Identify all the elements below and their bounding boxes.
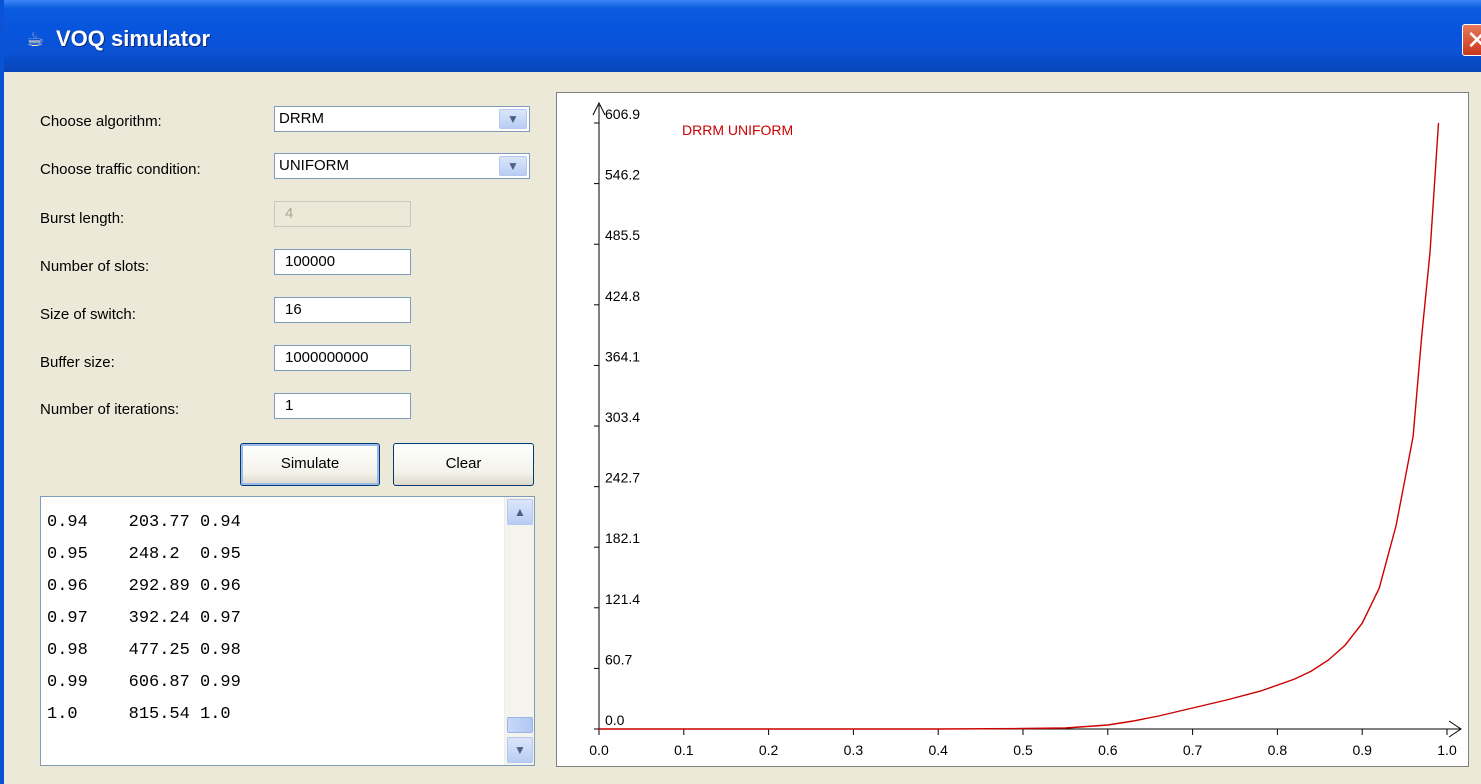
close-button[interactable]: ✕ <box>1462 24 1481 56</box>
scroll-thumb[interactable] <box>507 717 533 733</box>
chevron-down-icon[interactable]: ▼ <box>499 156 527 176</box>
switch-size-field[interactable]: 16 <box>274 297 411 323</box>
traffic-label: Choose traffic condition: <box>40 161 201 178</box>
y-tick-label: 0.0 <box>605 712 625 728</box>
results-line: 1.0 815.54 1.0 <box>47 705 231 724</box>
x-tick-label: 0.2 <box>759 742 779 758</box>
x-tick-label: 0.0 <box>589 742 609 758</box>
results-line: 0.99 606.87 0.99 <box>47 673 241 692</box>
y-tick-label: 424.8 <box>605 288 640 304</box>
chart-panel: 0.0 0.1 0.2 0.3 0.4 0.5 0.6 0.7 0.8 0.9 1.0 0.0 60.7… <box>556 92 1469 767</box>
results-textarea[interactable]: 0.94 203.77 0.94 0.95 248.2 0.95 0.96 29… <box>40 496 535 766</box>
burst-length-label: Burst length: <box>40 210 125 227</box>
x-tick-label: 0.4 <box>928 742 948 758</box>
algorithm-value: DRRM <box>279 110 324 127</box>
results-line: 0.96 292.89 0.96 <box>47 577 241 596</box>
x-tick-label: 0.8 <box>1268 742 1288 758</box>
burst-length-field: 4 <box>274 201 411 227</box>
slots-field[interactable]: 100000 <box>274 249 411 275</box>
x-tick-label: 0.9 <box>1352 742 1372 758</box>
chevron-down-icon[interactable]: ▼ <box>499 109 527 129</box>
results-line: 0.94 203.77 0.94 <box>47 513 241 532</box>
iterations-field[interactable]: 1 <box>274 393 411 419</box>
x-tick-label: 1.0 <box>1437 742 1457 758</box>
close-icon: ✕ <box>1466 25 1481 55</box>
scroll-up-icon[interactable]: ▲ <box>507 499 533 525</box>
y-tick-label: 60.7 <box>605 651 632 667</box>
traffic-value: UNIFORM <box>279 157 349 174</box>
algorithm-label: Choose algorithm: <box>40 113 162 130</box>
y-tick-label: 182.1 <box>605 530 640 546</box>
y-tick-label: 546.2 <box>605 167 640 183</box>
x-tick-label: 0.3 <box>844 742 864 758</box>
traffic-select[interactable]: UNIFORM ▼ <box>274 153 530 179</box>
y-tick-label: 242.7 <box>605 470 640 486</box>
algorithm-select[interactable]: DRRM ▼ <box>274 106 530 132</box>
voq-simulator-window: ☕ VOQ simulator ✕ Choose algorithm: DRRM… <box>0 0 1481 784</box>
scroll-down-icon[interactable]: ▼ <box>507 737 533 763</box>
vertical-scrollbar[interactable]: ▲ ▼ <box>504 497 534 765</box>
switch-size-label: Size of switch: <box>40 306 136 323</box>
results-line: 0.98 477.25 0.98 <box>47 641 241 660</box>
y-tick-label: 485.5 <box>605 227 640 243</box>
y-tick-label: 121.4 <box>605 591 640 607</box>
y-tick-label: 303.4 <box>605 409 640 425</box>
clear-button[interactable]: Clear <box>393 443 534 486</box>
java-cup-icon: ☕ <box>26 29 44 51</box>
title-bar[interactable]: ☕ VOQ simulator ✕ <box>4 0 1481 72</box>
x-tick-label: 0.1 <box>674 742 694 758</box>
x-tick-label: 0.7 <box>1183 742 1203 758</box>
results-lines: 0.94 203.77 0.94 0.95 248.2 0.95 0.96 29… <box>47 507 241 731</box>
results-line: 0.95 248.2 0.95 <box>47 545 241 564</box>
buffer-size-label: Buffer size: <box>40 354 115 371</box>
iterations-label: Number of iterations: <box>40 401 180 418</box>
slots-label: Number of slots: <box>40 258 150 275</box>
y-tick-label: 364.1 <box>605 348 640 364</box>
series-line <box>599 122 1440 730</box>
series-label: DRRM UNIFORM <box>682 122 793 138</box>
line-chart: 0.0 0.1 0.2 0.3 0.4 0.5 0.6 0.7 0.8 0.9 1.0 0.0 60.7… <box>589 101 1462 758</box>
window-title: VOQ simulator <box>56 26 211 51</box>
simulate-button[interactable]: Simulate <box>240 443 380 486</box>
y-tick-label: 606.9 <box>605 106 640 122</box>
x-tick-label: 0.6 <box>1098 742 1118 758</box>
buffer-size-field[interactable]: 1000000000 <box>274 345 411 371</box>
results-line: 0.97 392.24 0.97 <box>47 609 241 628</box>
x-tick-label: 0.5 <box>1013 742 1033 758</box>
